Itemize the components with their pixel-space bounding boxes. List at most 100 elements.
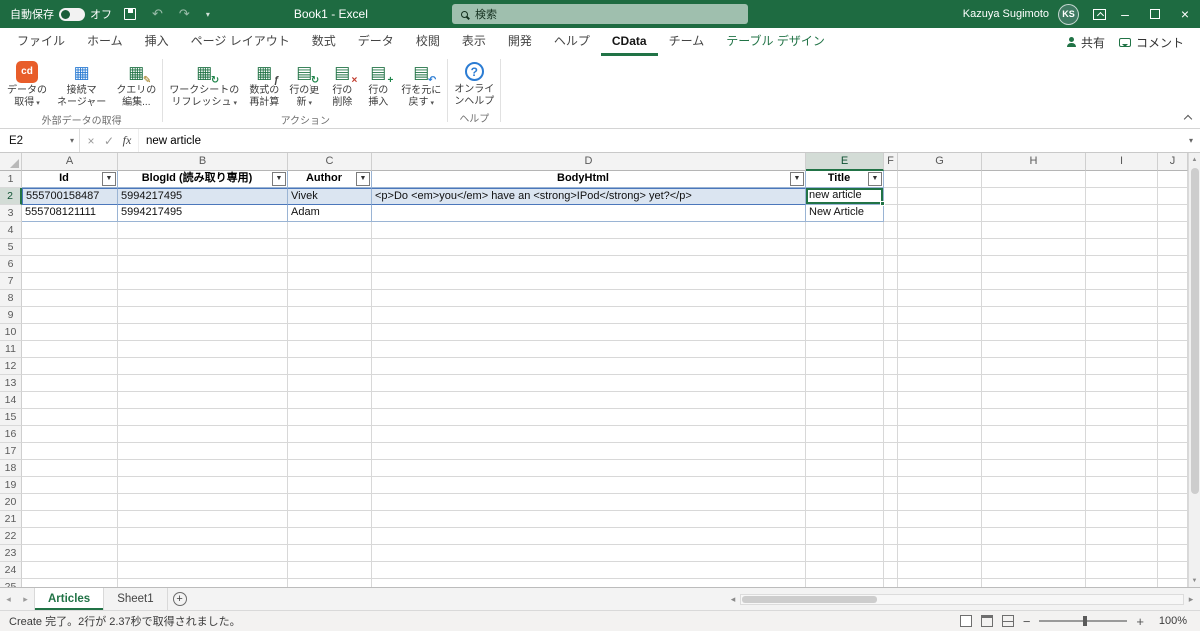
cell-C13[interactable] (288, 375, 372, 392)
zoom-slider[interactable] (1039, 616, 1128, 626)
cell-H18[interactable] (982, 460, 1086, 477)
cell-E17[interactable] (806, 443, 884, 460)
tab-developer[interactable]: 開発 (497, 28, 543, 56)
cell-I16[interactable] (1086, 426, 1158, 443)
cell-E5[interactable] (806, 239, 884, 256)
vertical-scroll-thumb[interactable] (1190, 168, 1199, 495)
update-rows-button[interactable]: ▤ ↻ 行の更新 ▾ (284, 58, 324, 111)
cell-I13[interactable] (1086, 375, 1158, 392)
tab-file[interactable]: ファイル (6, 28, 76, 56)
row-header-18[interactable]: 18 (0, 460, 22, 477)
tab-cdata[interactable]: CData (601, 28, 658, 56)
tab-review[interactable]: 校閲 (405, 28, 451, 56)
cell-D14[interactable] (372, 392, 806, 409)
cell-A5[interactable] (22, 239, 118, 256)
cell-J7[interactable] (1158, 273, 1188, 290)
cell-I1[interactable] (1086, 171, 1158, 188)
cell-G22[interactable] (898, 528, 982, 545)
cell-J8[interactable] (1158, 290, 1188, 307)
cell-E14[interactable] (806, 392, 884, 409)
column-header-H[interactable]: H (982, 153, 1086, 171)
row-header-14[interactable]: 14 (0, 392, 22, 409)
cell-C4[interactable] (288, 222, 372, 239)
cell-A18[interactable] (22, 460, 118, 477)
cell-C11[interactable] (288, 341, 372, 358)
tab-home[interactable]: ホーム (76, 28, 134, 56)
cell-E8[interactable] (806, 290, 884, 307)
cell-I19[interactable] (1086, 477, 1158, 494)
cell-H5[interactable] (982, 239, 1086, 256)
close-button[interactable]: × (1170, 0, 1200, 28)
cell-D20[interactable] (372, 494, 806, 511)
cell-J16[interactable] (1158, 426, 1188, 443)
cell-D23[interactable] (372, 545, 806, 562)
cell-F13[interactable] (884, 375, 898, 392)
cell-H6[interactable] (982, 256, 1086, 273)
cell-F15[interactable] (884, 409, 898, 426)
delete-rows-button[interactable]: ▤ × 行の 削除 (324, 58, 360, 110)
cell-F19[interactable] (884, 477, 898, 494)
cell-E23[interactable] (806, 545, 884, 562)
collapse-ribbon-icon[interactable] (1183, 114, 1193, 124)
cell-J5[interactable] (1158, 239, 1188, 256)
cell-F23[interactable] (884, 545, 898, 562)
cell-D16[interactable] (372, 426, 806, 443)
cell-C23[interactable] (288, 545, 372, 562)
cell-D18[interactable] (372, 460, 806, 477)
cell-I21[interactable] (1086, 511, 1158, 528)
redo-icon[interactable]: ↷ (175, 0, 194, 28)
cell-C5[interactable] (288, 239, 372, 256)
cell-H8[interactable] (982, 290, 1086, 307)
row-header-25[interactable]: 25 (0, 579, 22, 587)
cell-B10[interactable] (118, 324, 288, 341)
cell-G21[interactable] (898, 511, 982, 528)
cell-C6[interactable] (288, 256, 372, 273)
cell-F6[interactable] (884, 256, 898, 273)
cell-G7[interactable] (898, 273, 982, 290)
cell-C16[interactable] (288, 426, 372, 443)
cell-H13[interactable] (982, 375, 1086, 392)
cell-G6[interactable] (898, 256, 982, 273)
cell-H10[interactable] (982, 324, 1086, 341)
cell-C25[interactable] (288, 579, 372, 587)
cell-G13[interactable] (898, 375, 982, 392)
cell-B8[interactable] (118, 290, 288, 307)
cell-G19[interactable] (898, 477, 982, 494)
horizontal-scroll-track[interactable] (740, 593, 1184, 605)
cell-D5[interactable] (372, 239, 806, 256)
cell-C17[interactable] (288, 443, 372, 460)
cell-B21[interactable] (118, 511, 288, 528)
cell-D22[interactable] (372, 528, 806, 545)
cell-D25[interactable] (372, 579, 806, 587)
cell-F2[interactable] (884, 188, 898, 205)
cell-I9[interactable] (1086, 307, 1158, 324)
cell-G20[interactable] (898, 494, 982, 511)
cell-I17[interactable] (1086, 443, 1158, 460)
cell-E15[interactable] (806, 409, 884, 426)
sheet-tab-articles[interactable]: Articles (34, 588, 105, 610)
cell-D7[interactable] (372, 273, 806, 290)
cell-F24[interactable] (884, 562, 898, 579)
cell-B22[interactable] (118, 528, 288, 545)
cell-C2[interactable]: Vivek (288, 188, 372, 205)
row-header-20[interactable]: 20 (0, 494, 22, 511)
cell-A23[interactable] (22, 545, 118, 562)
cell-E12[interactable] (806, 358, 884, 375)
cell-C15[interactable] (288, 409, 372, 426)
search-box[interactable]: 検索 (452, 4, 748, 24)
insert-rows-button[interactable]: ▤ + 行の 挿入 (360, 58, 396, 110)
cell-I11[interactable] (1086, 341, 1158, 358)
name-box[interactable]: E2 ▾ (0, 129, 80, 152)
cell-F5[interactable] (884, 239, 898, 256)
cell-F4[interactable] (884, 222, 898, 239)
cell-J20[interactable] (1158, 494, 1188, 511)
autosave-toggle[interactable]: 自動保存 オフ (10, 6, 112, 22)
tab-table-design[interactable]: テーブル デザイン (715, 28, 836, 56)
cell-F25[interactable] (884, 579, 898, 587)
sheet-nav-next-icon[interactable]: ▸ (17, 588, 34, 610)
cell-B16[interactable] (118, 426, 288, 443)
column-header-B[interactable]: B (118, 153, 288, 171)
cell-I25[interactable] (1086, 579, 1158, 587)
column-header-J[interactable]: J (1158, 153, 1188, 171)
zoom-slider-thumb[interactable] (1083, 616, 1088, 626)
